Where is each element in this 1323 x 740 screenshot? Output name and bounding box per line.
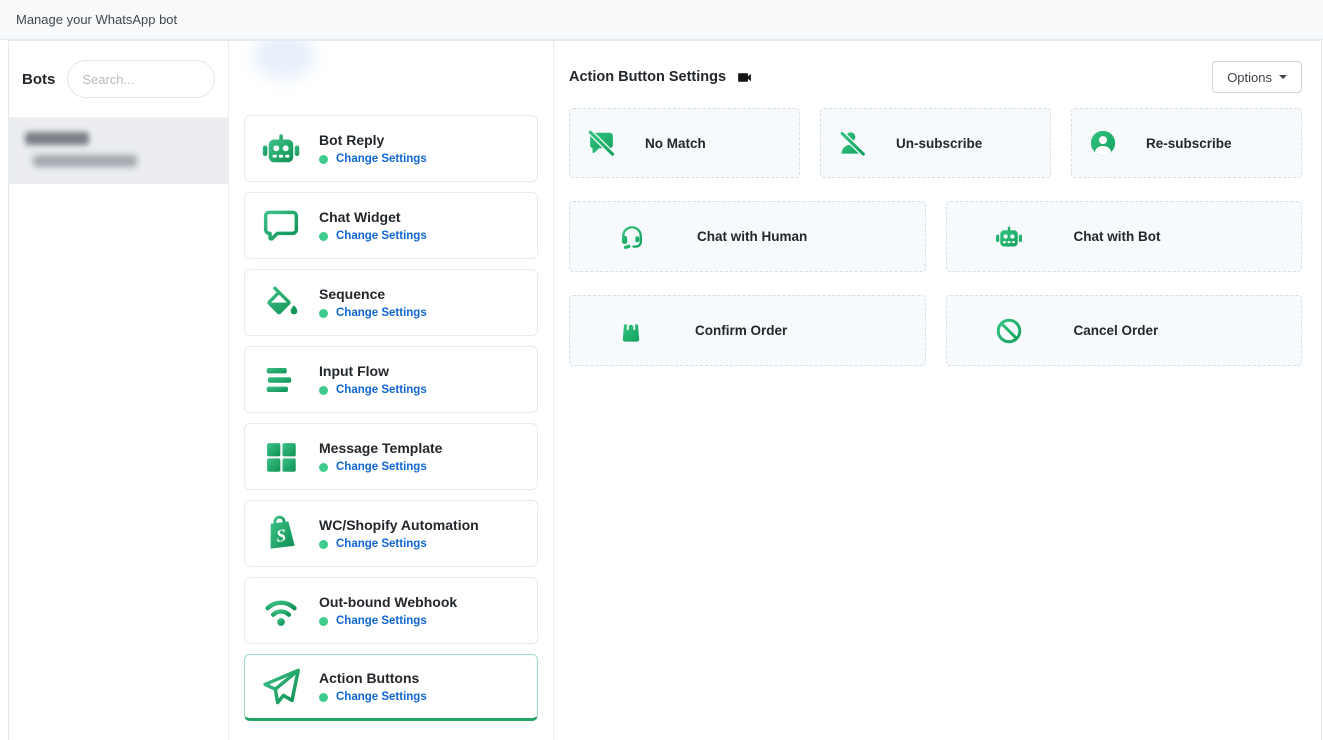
options-button-label: Options: [1227, 70, 1272, 85]
feature-title: Action Buttons: [319, 670, 427, 686]
status-dot: [319, 232, 328, 241]
sidebar-header: Bots: [9, 41, 228, 118]
feature-card-bot-reply: Bot Reply Change Settings: [244, 115, 538, 182]
status-dot: [319, 540, 328, 549]
feature-card-list: Bot Reply Change Settings Chat Widget: [229, 41, 553, 721]
action-tiles-row-2: Chat with Human: [569, 201, 1302, 272]
action-tile-chat-with-human[interactable]: Chat with Human: [569, 201, 926, 272]
grid-icon: [258, 438, 304, 476]
chevron-down-icon: [1279, 75, 1287, 79]
status-dot: [319, 617, 328, 626]
feature-card-message-template: Message Template Change Settings: [244, 423, 538, 490]
feature-card-sequence: Sequence Change Settings: [244, 269, 538, 336]
status-dot: [319, 155, 328, 164]
feature-title: WC/Shopify Automation: [319, 517, 479, 533]
action-tile-label: Chat with Human: [697, 229, 807, 244]
user-circle-icon: [1088, 128, 1118, 158]
status-dot: [319, 309, 328, 318]
shopping-bag-icon: [617, 317, 645, 345]
list-bars-icon: [258, 361, 304, 399]
robot-icon: [258, 128, 304, 170]
action-tile-chat-with-bot[interactable]: Chat with Bot: [946, 201, 1303, 272]
topbar: Manage your WhatsApp bot: [0, 0, 1323, 40]
status-dot: [319, 693, 328, 702]
action-tile-label: Cancel Order: [1074, 323, 1159, 338]
action-tile-no-match[interactable]: No Match: [569, 108, 800, 178]
feature-title: Bot Reply: [319, 132, 427, 148]
shopify-bag-icon: S: [258, 513, 304, 555]
video-camera-icon[interactable]: [736, 69, 753, 86]
change-settings-link[interactable]: Change Settings: [336, 461, 427, 473]
feature-card-shopify-automation: S WC/Shopify Automation Change Settings: [244, 500, 538, 567]
action-tiles-grid: No Match Un-subscribe: [569, 108, 1302, 366]
action-tile-label: Confirm Order: [695, 323, 787, 338]
action-tiles-row-3: Confirm Order Cancel Order: [569, 295, 1302, 366]
panel-title: Action Button Settings: [569, 69, 726, 85]
blurred-bot-phone: [33, 155, 137, 167]
feature-title: Message Template: [319, 440, 442, 456]
action-button-settings-panel: Action Button Settings Options: [554, 41, 1321, 740]
chat-bubble-icon: [258, 206, 304, 246]
change-settings-link[interactable]: Change Settings: [336, 384, 427, 396]
change-settings-link[interactable]: Change Settings: [336, 153, 427, 165]
feature-card-input-flow: Input Flow Change Settings: [244, 346, 538, 413]
action-tiles-row-1: No Match Un-subscribe: [569, 108, 1302, 178]
change-settings-link[interactable]: Change Settings: [336, 615, 427, 627]
main-container: Bots: [8, 40, 1322, 740]
action-tile-cancel-order[interactable]: Cancel Order: [946, 295, 1303, 366]
status-dot: [319, 463, 328, 472]
wifi-icon: [258, 590, 304, 632]
feature-column: Bot Reply Change Settings Chat Widget: [229, 41, 554, 740]
action-tile-label: Un-subscribe: [896, 136, 982, 151]
selected-bot-item[interactable]: [9, 118, 228, 184]
action-tile-label: Chat with Bot: [1074, 229, 1161, 244]
paint-bucket-icon: [258, 283, 304, 323]
bot-search-input[interactable]: [67, 60, 215, 98]
feature-card-chat-widget: Chat Widget Change Settings: [244, 192, 538, 259]
robot-icon: [994, 222, 1024, 252]
change-settings-link[interactable]: Change Settings: [336, 691, 427, 703]
status-dot: [319, 386, 328, 395]
feature-title: Chat Widget: [319, 209, 427, 225]
feature-card-outbound-webhook: Out-bound Webhook Change Settings: [244, 577, 538, 644]
bots-sidebar: Bots: [9, 41, 229, 740]
bots-heading: Bots: [22, 71, 55, 88]
panel-header: Action Button Settings Options: [569, 57, 1302, 97]
action-tile-resubscribe[interactable]: Re-subscribe: [1071, 108, 1302, 178]
feature-title: Out-bound Webhook: [319, 594, 457, 610]
user-slash-icon: [837, 128, 868, 159]
ban-icon: [994, 316, 1024, 346]
action-tile-confirm-order[interactable]: Confirm Order: [569, 295, 926, 366]
page-title: Manage your WhatsApp bot: [16, 12, 177, 27]
headset-icon: [617, 222, 647, 252]
change-settings-link[interactable]: Change Settings: [336, 307, 427, 319]
action-tile-label: No Match: [645, 136, 706, 151]
feature-card-action-buttons: Action Buttons Change Settings: [244, 654, 538, 721]
feature-title: Sequence: [319, 286, 427, 302]
blurred-bot-name: [25, 132, 89, 145]
paper-plane-icon: [258, 665, 304, 709]
comment-slash-icon: [586, 128, 617, 159]
action-tile-unsubscribe[interactable]: Un-subscribe: [820, 108, 1051, 178]
change-settings-link[interactable]: Change Settings: [336, 230, 427, 242]
feature-title: Input Flow: [319, 363, 427, 379]
change-settings-link[interactable]: Change Settings: [336, 538, 427, 550]
action-tile-label: Re-subscribe: [1146, 136, 1232, 151]
options-button[interactable]: Options: [1212, 61, 1302, 93]
